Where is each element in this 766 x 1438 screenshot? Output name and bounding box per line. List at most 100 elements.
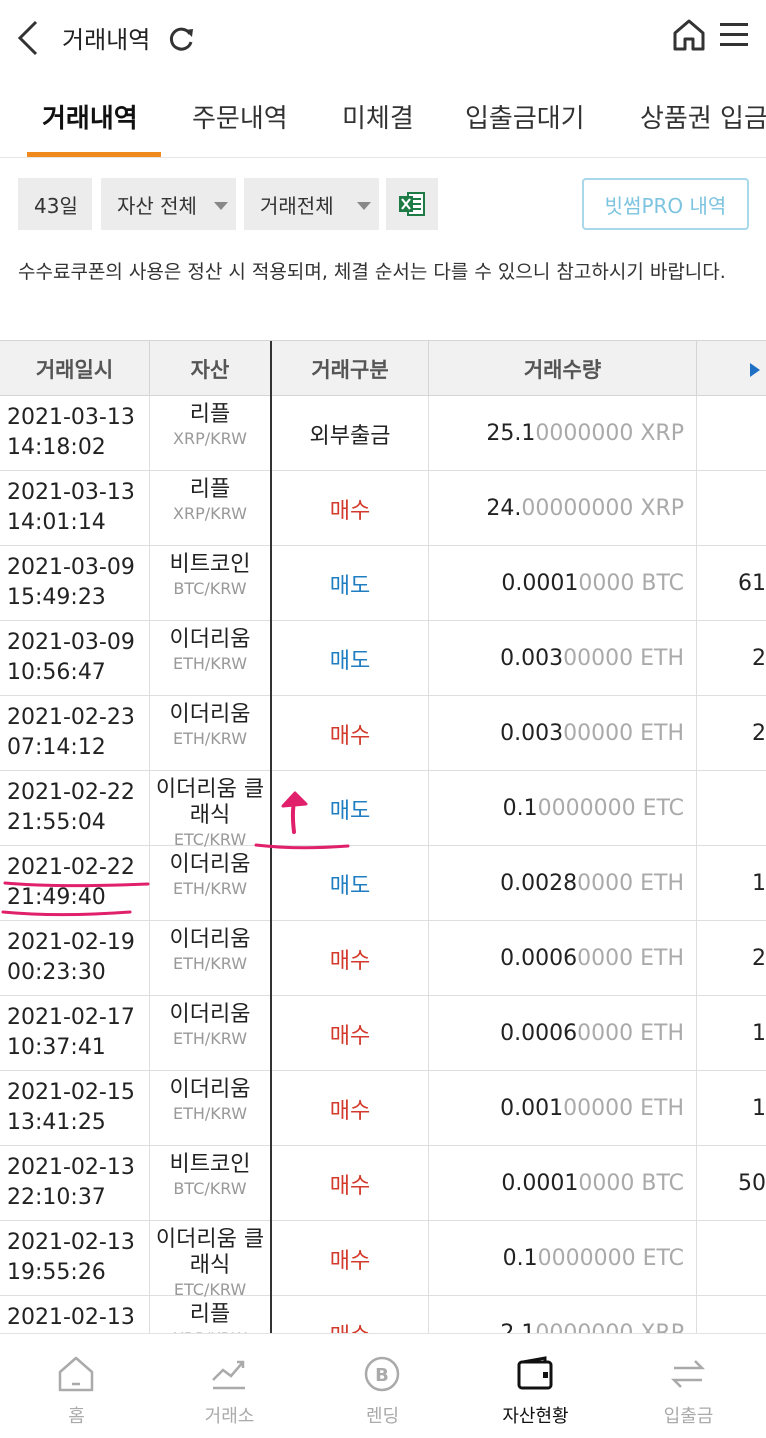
header-quantity[interactable]: 거래수량 xyxy=(429,341,697,396)
trade-time: 14:18:02 xyxy=(7,435,106,460)
trade-price-partial: 2 xyxy=(752,721,766,746)
asset-pair: XRP/KRW xyxy=(173,429,247,448)
quantity-significant: 0.1 xyxy=(502,796,538,821)
bottom-navigation: 홈 거래소 B 렌딩 자산현황 입출금 xyxy=(0,1333,766,1438)
nav-assets[interactable]: 자산현황 xyxy=(459,1334,612,1438)
trade-filter-label: 거래전체 xyxy=(260,193,334,218)
trade-date: 2021-03-13 xyxy=(7,405,135,430)
caret-down-icon xyxy=(357,202,371,210)
bithumb-pro-history-button[interactable]: 빗썸PRO 내역 xyxy=(582,178,749,230)
trade-type: 외부출금 xyxy=(272,396,429,471)
trade-time: 21:49:40 xyxy=(7,885,106,910)
asset-cell: 비트코인 BTC/KRW xyxy=(150,546,272,621)
header-trade-type[interactable]: 거래구분 xyxy=(272,341,429,396)
trade-date: 2021-02-15 xyxy=(7,1080,135,1105)
asset-cell: 이더리움 ETH/KRW xyxy=(150,696,272,771)
asset-name: 비트코인 xyxy=(169,1152,251,1177)
quantity-significant: 0.0006 xyxy=(500,946,578,971)
asset-filter-label: 자산 전체 xyxy=(117,193,197,218)
table-row[interactable]: 2021-02-17 10:37:41 이더리움 ETH/KRW 매수 0.0006 000… xyxy=(0,996,766,1071)
quantity-padding: 0000000 XRP xyxy=(535,1321,684,1333)
asset-name: 이더리움 xyxy=(169,1077,251,1102)
home-icon[interactable] xyxy=(672,18,706,52)
asset-pair: ETH/KRW xyxy=(172,654,248,673)
trade-date: 2021-02-17 xyxy=(7,1005,135,1030)
table-row[interactable]: 2021-02-23 07:14:12 이더리움 ETH/KRW 매수 0.003 0000… xyxy=(0,696,766,771)
trade-time: 14:01:14 xyxy=(7,510,106,535)
trade-price-partial xyxy=(697,471,766,546)
quantity-padding: 0000 ETH xyxy=(577,946,684,971)
trade-quantity: 0.003 00000 ETH xyxy=(429,621,697,696)
table-row[interactable]: 2021-03-13 14:01:14 리플 XRP/KRW 매수 24. 00000000… xyxy=(0,471,766,546)
nav-home[interactable]: 홈 xyxy=(0,1334,153,1438)
table-row[interactable]: 2021-02-22 21:55:04 이더리움 클래식 ETC/KRW 매도 0.1 00… xyxy=(0,771,766,849)
trade-type: 매도 xyxy=(272,846,429,921)
trade-type: 매수 xyxy=(272,1071,429,1146)
trade-quantity: 0.1 0000000 ETC xyxy=(429,1221,697,1296)
trade-date: 2021-02-19 xyxy=(7,930,135,955)
menu-icon[interactable] xyxy=(718,20,750,50)
trade-price-partial xyxy=(697,1221,766,1296)
table-row[interactable]: 2021-02-15 13:41:25 이더리움 ETH/KRW 매수 0.001 0000… xyxy=(0,1071,766,1146)
trade-price-partial: 1 xyxy=(752,871,766,896)
trade-type: 매수 xyxy=(272,1221,429,1296)
trade-price-partial: 61 xyxy=(738,571,766,596)
nav-transfer[interactable]: 입출금 xyxy=(612,1334,765,1438)
trade-type: 매도 xyxy=(272,771,429,846)
tab-gift-card-deposit[interactable]: 상품권 입금 xyxy=(640,98,766,135)
nav-exchange[interactable]: 거래소 xyxy=(153,1334,306,1438)
trade-filter-dropdown[interactable]: 거래전체 xyxy=(244,178,379,230)
tab-pending-deposit-withdraw[interactable]: 입출금대기 xyxy=(465,98,585,135)
period-filter-button[interactable]: 43일 xyxy=(18,178,92,230)
trade-time: 00:23:30 xyxy=(7,960,106,985)
trade-type: 매수 xyxy=(272,696,429,771)
excel-export-button[interactable] xyxy=(386,178,438,230)
nav-lending[interactable]: B 렌딩 xyxy=(306,1334,459,1438)
tab-order-history[interactable]: 주문내역 xyxy=(192,98,288,135)
chart-icon xyxy=(212,1360,245,1390)
table-row[interactable]: 2021-02-13 19:55:26 이더리움 클래식 ETC/KRW 매수 0.1 00… xyxy=(0,1221,766,1299)
quantity-padding: 0000 ETH xyxy=(577,871,684,896)
tab-bar: 거래내역 주문내역 미체결 입출금대기 상품권 입금 xyxy=(0,76,766,158)
trade-price-partial: 1 xyxy=(752,1096,766,1121)
table-row[interactable]: 2021-03-09 15:49:23 비트코인 BTC/KRW 매도 0.0001 000… xyxy=(0,546,766,621)
trade-type: 매수 xyxy=(272,921,429,996)
quantity-significant: 25.1 xyxy=(486,421,536,446)
table-row[interactable]: 2021-03-13 14:18:02 리플 XRP/KRW 외부출금 25.1 00000… xyxy=(0,396,766,471)
table-row[interactable]: 2021-02-13리플XRP/KRW매수2.10000000 XRP xyxy=(0,1296,766,1333)
quantity-padding: 00000 ETH xyxy=(563,646,684,671)
header-datetime[interactable]: 거래일시 xyxy=(0,341,150,396)
table-row[interactable]: 2021-02-19 00:23:30 이더리움 ETH/KRW 매수 0.0006 000… xyxy=(0,921,766,996)
asset-name: 이더리움 클래식 xyxy=(155,1227,265,1278)
quantity-padding: 00000 ETH xyxy=(563,1096,684,1121)
tab-trade-history[interactable]: 거래내역 xyxy=(42,98,138,135)
excel-icon xyxy=(399,192,425,216)
quantity-padding: 0000000 ETC xyxy=(537,1246,684,1271)
trade-type: 매수 xyxy=(272,471,429,546)
nav-label: 렌딩 xyxy=(365,1406,400,1427)
quantity-padding: 0000 BTC xyxy=(578,571,684,596)
asset-pair: ETH/KRW xyxy=(172,1029,248,1048)
asset-cell: 이더리움 클래식 ETC/KRW xyxy=(150,771,272,849)
nav-label: 자산현황 xyxy=(502,1406,569,1427)
asset-name: 이더리움 xyxy=(169,627,251,652)
table-row[interactable]: 2021-03-09 10:56:47 이더리움 ETH/KRW 매도 0.003 0000… xyxy=(0,621,766,696)
page-title: 거래내역 xyxy=(62,26,151,54)
trade-quantity: 0.003 00000 ETH xyxy=(429,696,697,771)
quantity-significant: 2.1 xyxy=(500,1321,535,1333)
asset-cell: 리플XRP/KRW xyxy=(150,1296,272,1333)
quantity-padding: 00000 ETH xyxy=(563,721,684,746)
asset-filter-dropdown[interactable]: 자산 전체 xyxy=(101,178,236,230)
scroll-right-icon[interactable] xyxy=(750,363,760,377)
back-arrow-icon[interactable] xyxy=(12,18,44,58)
trade-quantity: 0.0006 0000 ETH xyxy=(429,921,697,996)
trade-time: 22:10:37 xyxy=(7,1185,106,1210)
asset-name: 이더리움 xyxy=(169,702,251,727)
tab-unfilled[interactable]: 미체결 xyxy=(342,98,414,135)
nav-label: 홈 xyxy=(68,1406,85,1427)
table-row[interactable]: 2021-02-22 21:49:40 이더리움 ETH/KRW 매도 0.0028 000… xyxy=(0,846,766,921)
nav-label: 입출금 xyxy=(663,1406,714,1427)
header-asset[interactable]: 자산 xyxy=(150,341,272,396)
table-row[interactable]: 2021-02-13 22:10:37 비트코인 BTC/KRW 매수 0.0001 000… xyxy=(0,1146,766,1221)
refresh-icon[interactable] xyxy=(166,24,196,54)
